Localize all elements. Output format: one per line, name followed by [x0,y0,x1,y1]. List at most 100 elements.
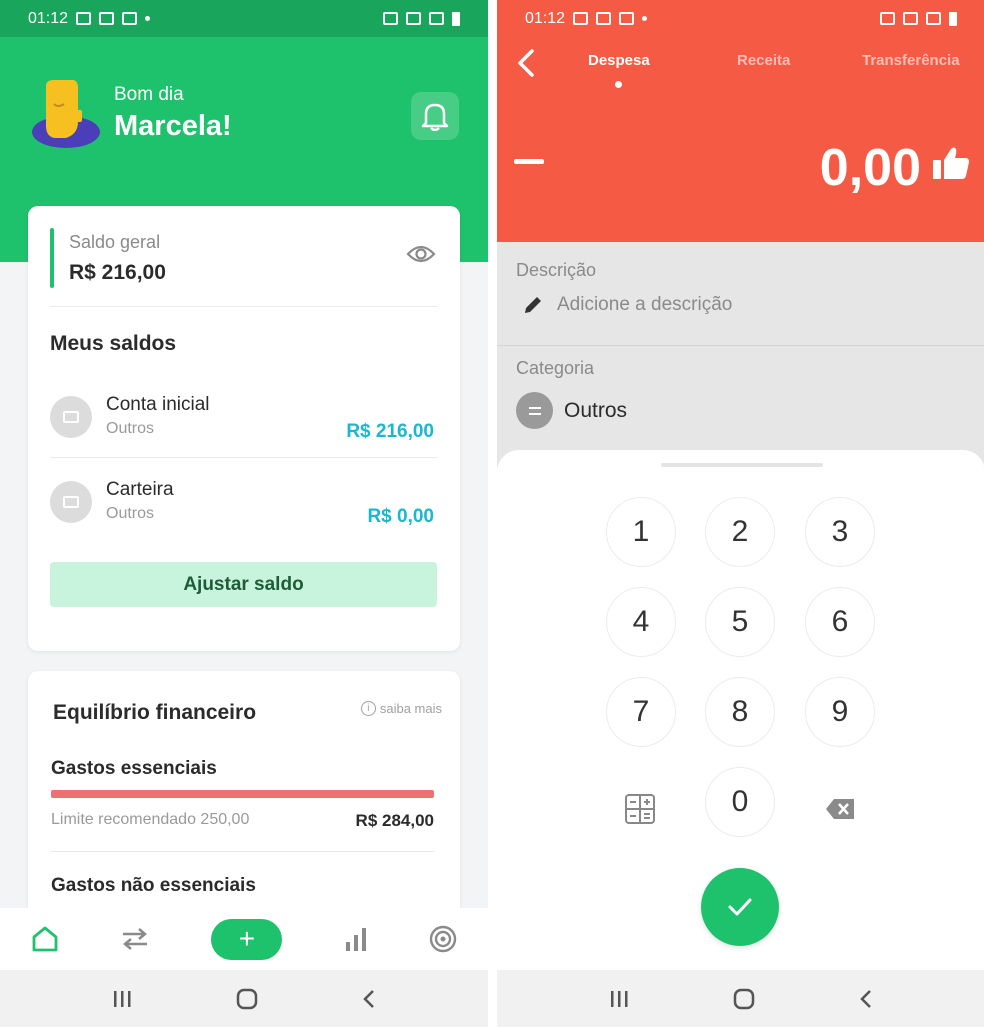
key-0[interactable]: 0 [705,767,775,837]
status-bar: 01:12 [497,0,984,37]
pencil-icon [525,297,541,313]
wifi-icon [406,12,421,25]
battery-icon [949,11,957,26]
non-essential-expenses-title: Gastos não essenciais [51,875,256,896]
wallet-icon [50,481,92,523]
key-9[interactable]: 9 [805,677,875,747]
confirm-button[interactable] [701,868,779,946]
balance-label: Saldo geral [69,232,161,252]
greeting-text: Bom dia [114,84,184,105]
backspace-icon [826,799,854,819]
key-8[interactable]: 8 [705,677,775,747]
key-2[interactable]: 2 [705,497,775,567]
mascot-avatar [32,80,100,148]
essential-expenses-title: Gastos essenciais [51,758,217,779]
status-bar: 01:12 [0,0,488,37]
home-system-icon[interactable] [236,988,258,1010]
tab-income[interactable]: Receita [737,52,790,69]
recommended-limit: Limite recomendado 250,00 [51,811,250,828]
battery-icon [452,11,460,26]
add-transaction-button[interactable]: + [211,918,283,960]
calculator-icon [625,794,655,824]
signal-icon [926,12,941,25]
status-time: 01:12 [28,9,69,27]
account-name: Conta inicial [106,394,210,415]
notifications-button[interactable] [411,92,459,140]
divider [51,851,434,852]
balance-value: R$ 216,00 [69,261,166,284]
notification-icon [99,12,115,25]
back-system-icon[interactable] [859,989,873,1009]
more-notifications-icon [642,16,648,21]
app-icon [619,12,635,25]
user-name: Marcela! [114,110,232,142]
system-navigation-bar [0,970,488,1027]
divider [497,345,984,346]
recents-icon[interactable] [112,990,132,1008]
alarm-icon [383,12,398,25]
description-label: Descrição [516,260,597,280]
app-icon [122,12,138,25]
gallery-icon [573,12,589,25]
key-5[interactable]: 5 [705,587,775,657]
transactions-icon[interactable] [120,927,150,951]
learn-more-label: saiba mais [379,701,442,716]
category-list-icon [516,392,553,429]
category-selector[interactable]: Outros [516,392,627,429]
key-1[interactable]: 1 [606,497,676,567]
thumbs-up-icon[interactable] [932,146,970,180]
backspace-button[interactable] [825,798,855,820]
divider [50,306,437,307]
bell-icon [421,103,449,131]
checkmark-icon [728,898,752,916]
key-3[interactable]: 3 [805,497,875,567]
active-tab-indicator [615,81,622,88]
signal-icon [429,12,444,25]
tab-transfer[interactable]: Transferência [862,52,960,69]
new-transaction-screen: 01:12 Despesa Receita Transferência 0,00 [497,0,984,1027]
wifi-icon [903,12,918,25]
back-arrow-icon[interactable] [515,48,537,78]
essential-expenses-value: R$ 284,00 [355,811,434,830]
recents-icon[interactable] [609,990,629,1008]
financial-balance-card: Equilíbrio financeiro i saiba mais Gasto… [28,671,460,931]
system-navigation-bar [497,970,984,1027]
account-balance: R$ 216,00 [346,421,434,442]
numeric-keypad: 1 2 3 4 5 6 7 8 9 0 [497,450,984,970]
home-screen: 01:12 Bom dia Marcela! Saldo geral R$ 21… [0,0,488,1027]
tab-expense[interactable]: Despesa [588,52,650,69]
account-name: Carteira [106,479,174,500]
home-system-icon[interactable] [733,988,755,1010]
alarm-icon [880,12,895,25]
home-icon[interactable] [31,926,59,952]
key-6[interactable]: 6 [805,587,875,657]
transaction-form: Descrição Adicione a descrição Categoria… [497,242,984,472]
more-notifications-icon [145,16,151,21]
sheet-drag-handle[interactable] [661,463,823,467]
key-4[interactable]: 4 [606,587,676,657]
balances-card: Saldo geral R$ 216,00 Meus saldos Conta … [28,206,460,651]
back-system-icon[interactable] [362,989,376,1009]
divider [50,457,437,458]
key-7[interactable]: 7 [606,677,676,747]
essential-expenses-bar [51,790,434,798]
balance-accent-bar [50,228,54,288]
minus-sign-icon [514,159,544,164]
status-time: 01:12 [525,9,566,27]
calculator-button[interactable] [624,793,656,825]
gallery-icon [76,12,92,25]
description-field[interactable]: Adicione a descrição [523,294,732,316]
eye-icon[interactable] [406,244,436,264]
account-type: Outros [106,420,155,437]
wallet-icon [50,396,92,438]
bottom-navigation: + [0,908,488,970]
adjust-balance-button[interactable]: Ajustar saldo [50,562,437,607]
learn-more-link[interactable]: i saiba mais [360,701,442,716]
goals-icon[interactable] [429,925,457,953]
reports-icon[interactable] [344,926,368,952]
amount-value: 0,00 [819,139,921,197]
info-icon: i [360,701,376,716]
amount-header: 01:12 Despesa Receita Transferência 0,00 [497,0,984,242]
my-balances-title: Meus saldos [50,332,177,355]
account-type: Outros [106,505,155,522]
